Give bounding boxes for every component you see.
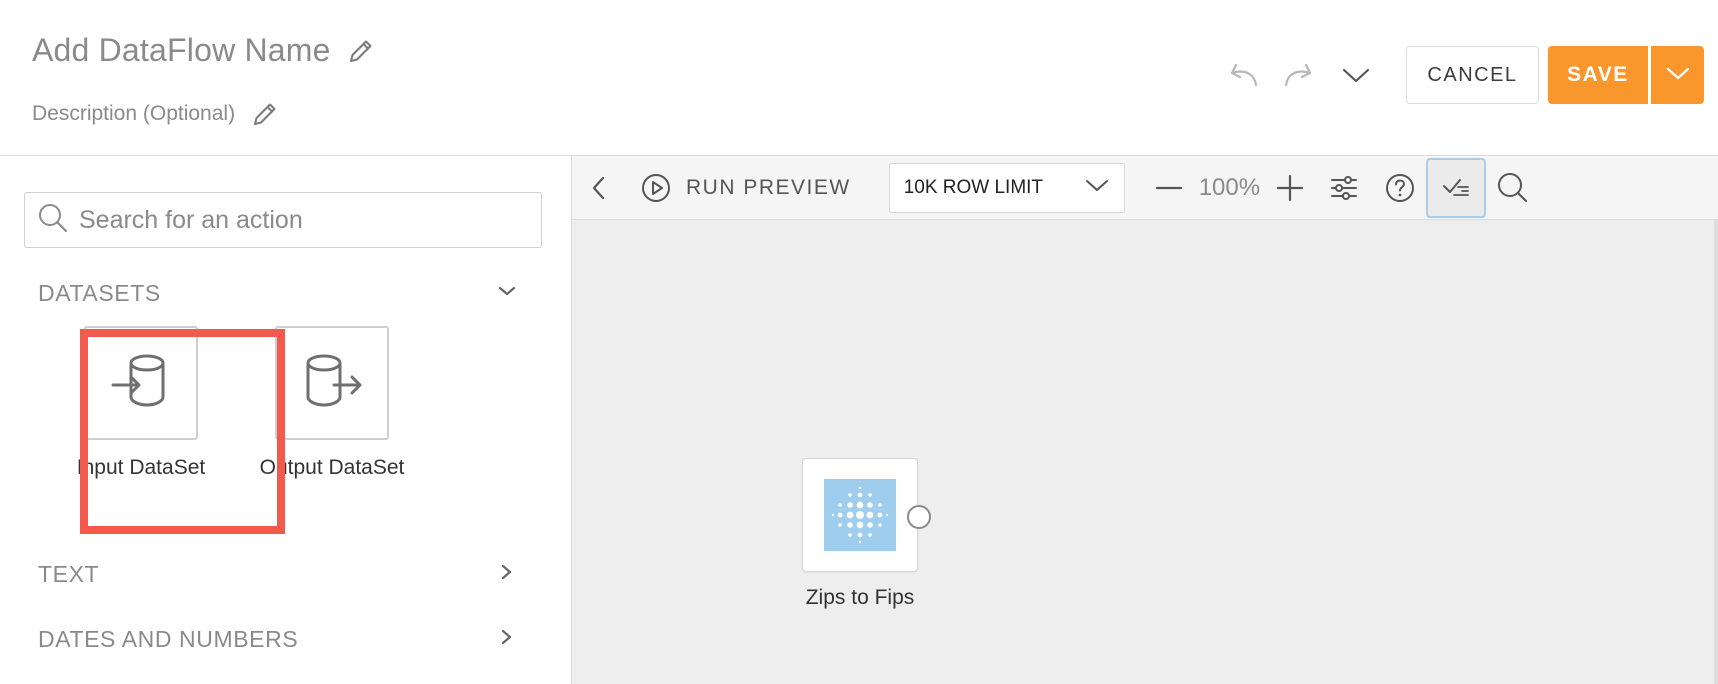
undo-icon[interactable] (1220, 59, 1262, 91)
dataflow-description[interactable]: Description (Optional) (32, 102, 235, 126)
search-icon (37, 202, 69, 239)
title-row: Add DataFlow Name (32, 32, 375, 69)
edit-title-pencil-icon[interactable] (347, 37, 375, 65)
tile-output-dataset-box (275, 326, 389, 440)
tile-output-dataset-label: Output DataSet (259, 456, 405, 479)
description-row: Description (Optional) (32, 100, 279, 128)
chevron-down-icon (1084, 176, 1110, 200)
node-output-port[interactable] (907, 505, 931, 529)
chevron-right-icon (496, 627, 518, 652)
save-button-group: SAVE (1548, 46, 1704, 104)
section-dates-numbers-title: DATES AND NUMBERS (38, 626, 299, 652)
run-preview-button[interactable]: RUN PREVIEW (686, 176, 851, 200)
action-search-input[interactable] (79, 205, 519, 235)
canvas-scrollbar[interactable] (1714, 220, 1718, 684)
dataflow-canvas-area: RUN PREVIEW 10K ROW LIMIT 100% Zips to F… (572, 156, 1718, 684)
edit-description-pencil-icon[interactable] (251, 100, 279, 128)
history-controls (1220, 59, 1372, 91)
tile-input-dataset-box (84, 326, 198, 440)
collapse-sidebar-chevron-left-icon[interactable] (586, 172, 612, 204)
action-search-box[interactable] (24, 192, 542, 248)
settings-sliders-icon[interactable] (1328, 172, 1360, 204)
canvas-node-zips-to-fips[interactable]: Zips to Fips (802, 458, 931, 610)
validate-check-toggle[interactable] (1426, 157, 1487, 218)
tile-output-dataset[interactable]: Output DataSet (252, 326, 412, 480)
datasets-tiles: Input DataSet Output DataSet (76, 326, 412, 480)
canvas-toolbar: RUN PREVIEW 10K ROW LIMIT 100% (572, 156, 1718, 220)
canvas-search-icon[interactable] (1496, 171, 1530, 205)
actions-sidebar: DATASETS Input DataSet (0, 156, 572, 684)
section-dates-and-numbers[interactable]: DATES AND NUMBERS (38, 626, 518, 653)
redo-icon[interactable] (1280, 59, 1322, 91)
chevron-right-icon (496, 562, 518, 587)
save-options-button[interactable] (1648, 46, 1704, 104)
tile-input-dataset-label: Input DataSet (76, 456, 206, 479)
zoom-in-plus-icon[interactable] (1274, 172, 1306, 204)
node-card[interactable] (802, 458, 931, 572)
help-question-icon[interactable] (1384, 172, 1416, 204)
zoom-out-minus-icon[interactable] (1153, 172, 1185, 204)
header-actions: CANCEL SAVE (1220, 46, 1718, 104)
database-input-icon (109, 349, 173, 418)
dataflow-header: Add DataFlow Name Description (Optional)… (0, 0, 1718, 156)
history-dropdown-chevron-down-icon[interactable] (1340, 63, 1372, 87)
section-datasets[interactable]: DATASETS (38, 280, 518, 307)
dataflow-canvas[interactable]: Zips to Fips (572, 220, 1714, 684)
chevron-down-icon (1665, 63, 1691, 88)
section-datasets-title: DATASETS (38, 280, 161, 306)
check-list-icon (1440, 169, 1472, 206)
dataset-dots-icon (824, 479, 896, 551)
section-text-title: TEXT (38, 561, 100, 587)
zoom-level: 100% (1198, 173, 1261, 201)
dataflow-title[interactable]: Add DataFlow Name (32, 32, 331, 69)
tile-input-dataset[interactable]: Input DataSet (76, 326, 206, 480)
run-preview-play-icon[interactable] (640, 172, 672, 204)
row-limit-value: 10K ROW LIMIT (903, 176, 1044, 198)
database-output-icon (300, 349, 364, 418)
cancel-button[interactable]: CANCEL (1406, 46, 1539, 104)
row-limit-select[interactable]: 10K ROW LIMIT (888, 162, 1125, 213)
canvas-node-label: Zips to Fips (805, 586, 915, 609)
save-button[interactable]: SAVE (1548, 46, 1648, 104)
section-text[interactable]: TEXT (38, 561, 518, 588)
chevron-down-icon (496, 283, 518, 304)
